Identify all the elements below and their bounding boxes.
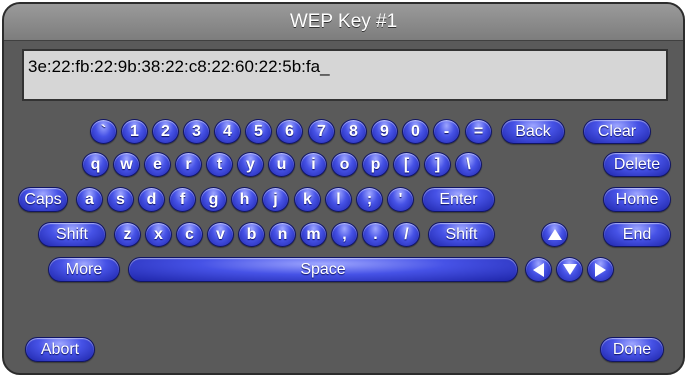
key-4[interactable]: 4 [214,119,241,144]
key-backslash[interactable]: \ [455,152,482,177]
key-e[interactable]: e [144,152,171,177]
key-g[interactable]: g [200,187,227,212]
key-3[interactable]: 3 [183,119,210,144]
key-semicolon[interactable]: ; [356,187,383,212]
key-minus[interactable]: - [433,119,460,144]
key-left-bracket[interactable]: [ [393,152,420,177]
back-button[interactable]: Back [501,119,565,144]
key-p[interactable]: p [362,152,389,177]
key-i[interactable]: i [300,152,327,177]
key-equals[interactable]: = [465,119,492,144]
key-s[interactable]: s [107,187,134,212]
right-arrow-button[interactable] [587,257,614,282]
key-8[interactable]: 8 [340,119,367,144]
key-a[interactable]: a [76,187,103,212]
down-arrow-icon [562,264,577,275]
key-period[interactable]: . [362,222,389,247]
left-arrow-button[interactable] [525,257,552,282]
key-q[interactable]: q [82,152,109,177]
wep-key-input[interactable]: 3e:22:fb:22:9b:38:22:c8:22:60:22:5b:fa_ [22,49,668,101]
shift-right-button[interactable]: Shift [428,222,495,247]
key-b[interactable]: b [238,222,265,247]
keyboard-dialog: WEP Key #1 3e:22:fb:22:9b:38:22:c8:22:60… [2,2,685,375]
key-w[interactable]: w [113,152,140,177]
key-m[interactable]: m [300,222,327,247]
end-button[interactable]: End [603,222,671,247]
key-t[interactable]: t [206,152,233,177]
more-button[interactable]: More [48,257,120,282]
key-0[interactable]: 0 [402,119,429,144]
key-c[interactable]: c [176,222,203,247]
key-v[interactable]: v [207,222,234,247]
home-button[interactable]: Home [603,187,671,212]
key-backtick[interactable]: ` [90,119,117,144]
key-y[interactable]: y [237,152,264,177]
key-f[interactable]: f [169,187,196,212]
right-arrow-icon [595,262,606,277]
key-6[interactable]: 6 [276,119,303,144]
up-arrow-icon [547,229,562,240]
key-comma[interactable]: , [331,222,358,247]
key-n[interactable]: n [269,222,296,247]
enter-button[interactable]: Enter [422,187,495,212]
key-apostrophe[interactable]: ' [387,187,414,212]
key-j[interactable]: j [262,187,289,212]
dialog-title: WEP Key #1 [4,4,683,41]
key-r[interactable]: r [175,152,202,177]
key-x[interactable]: x [145,222,172,247]
key-h[interactable]: h [231,187,258,212]
caps-button[interactable]: Caps [18,187,68,212]
down-arrow-button[interactable] [556,257,583,282]
done-button[interactable]: Done [600,337,664,362]
delete-button[interactable]: Delete [603,152,671,177]
key-l[interactable]: l [325,187,352,212]
key-1[interactable]: 1 [121,119,148,144]
key-9[interactable]: 9 [371,119,398,144]
key-right-bracket[interactable]: ] [424,152,451,177]
up-arrow-button[interactable] [541,222,568,247]
key-2[interactable]: 2 [152,119,179,144]
clear-button[interactable]: Clear [583,119,651,144]
key-slash[interactable]: / [393,222,420,247]
key-5[interactable]: 5 [245,119,272,144]
left-arrow-icon [533,262,544,277]
key-o[interactable]: o [331,152,358,177]
key-7[interactable]: 7 [308,119,335,144]
key-k[interactable]: k [294,187,321,212]
key-d[interactable]: d [138,187,165,212]
key-z[interactable]: z [114,222,141,247]
key-u[interactable]: u [268,152,295,177]
shift-left-button[interactable]: Shift [38,222,106,247]
abort-button[interactable]: Abort [25,337,95,362]
space-bar[interactable]: Space [128,257,518,282]
